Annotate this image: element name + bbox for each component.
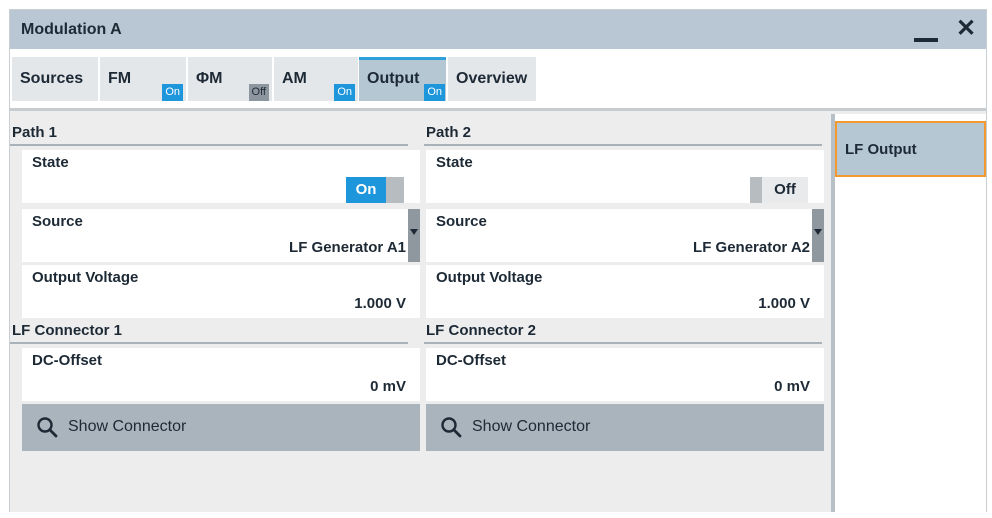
field-value: 1.000 V: [758, 295, 810, 312]
chevron-down-icon[interactable]: [408, 209, 420, 262]
path1-voltage-field[interactable]: Output Voltage 1.000 V: [22, 265, 420, 318]
path1-header: Path 1: [10, 124, 408, 146]
close-button[interactable]: ✕: [952, 15, 980, 43]
show-connector-1-button[interactable]: Show Connector: [22, 404, 420, 451]
field-label: State: [32, 154, 69, 171]
tab-label: Sources: [20, 70, 84, 87]
toggle-state: Off: [762, 177, 808, 203]
tab-fm[interactable]: FM On: [100, 57, 186, 101]
field-value: 0 mV: [370, 378, 406, 395]
tab-bar: Sources FM On ΦM Off AM On Output On Ove…: [10, 49, 986, 111]
title-bar: Modulation A ✕: [10, 10, 986, 49]
modulation-window: Modulation A ✕ Sources FM On ΦM Off AM O…: [9, 9, 987, 512]
field-label: DC-Offset: [32, 352, 102, 369]
path1-dc-offset-field[interactable]: DC-Offset 0 mV: [22, 348, 420, 401]
toggle-thumb: [750, 177, 762, 203]
minimize-icon: [914, 38, 938, 42]
status-badge: On: [334, 84, 355, 101]
path2-source-field[interactable]: Source LF Generator A2: [426, 209, 824, 262]
tab-label: AM: [282, 70, 307, 87]
path1-state-field[interactable]: State On: [22, 150, 420, 203]
search-icon: [441, 417, 462, 438]
toggle-state: On: [346, 177, 386, 203]
field-label: Source: [436, 213, 487, 230]
path1-source-field[interactable]: Source LF Generator A1: [22, 209, 420, 262]
show-connector-2-button[interactable]: Show Connector: [426, 404, 824, 451]
path1-state-toggle[interactable]: On: [346, 177, 406, 203]
status-badge: On: [424, 84, 445, 101]
button-label: Show Connector: [472, 418, 591, 435]
lf-connector2-header: LF Connector 2: [424, 322, 822, 344]
field-label: Output Voltage: [32, 269, 139, 286]
status-badge: On: [162, 84, 183, 101]
tab-label: ΦM: [196, 70, 223, 87]
lf-connector1-header: LF Connector 1: [10, 322, 408, 344]
close-icon: ✕: [955, 15, 977, 42]
toggle-thumb: [386, 177, 404, 203]
field-label: Source: [32, 213, 83, 230]
tab-label: Output: [367, 70, 420, 87]
field-label: State: [436, 154, 473, 171]
field-value: LF Generator A1: [289, 239, 406, 256]
tab-label: FM: [108, 70, 132, 87]
field-value: 0 mV: [774, 378, 810, 395]
window-title: Modulation A: [21, 21, 122, 38]
field-label: Output Voltage: [436, 269, 543, 286]
tab-sources[interactable]: Sources: [12, 57, 98, 101]
side-item-label: LF Output: [845, 141, 917, 158]
tab-output[interactable]: Output On: [359, 57, 446, 101]
output-panel: Path 1 State On Source LF Generator A1 O…: [10, 114, 832, 512]
side-menu: LF Output: [835, 114, 986, 512]
path2-state-field[interactable]: State Off: [426, 150, 824, 203]
tab-phim[interactable]: ΦM Off: [188, 57, 272, 101]
path2-voltage-field[interactable]: Output Voltage 1.000 V: [426, 265, 824, 318]
field-label: DC-Offset: [436, 352, 506, 369]
field-value: 1.000 V: [354, 295, 406, 312]
path2-dc-offset-field[interactable]: DC-Offset 0 mV: [426, 348, 824, 401]
search-icon: [37, 417, 58, 438]
path2-header: Path 2: [424, 124, 822, 146]
minimize-button[interactable]: [910, 18, 942, 42]
tab-overview[interactable]: Overview: [448, 57, 536, 101]
status-badge: Off: [248, 84, 269, 101]
path2-state-toggle[interactable]: Off: [750, 177, 810, 203]
tab-label: Overview: [456, 70, 528, 87]
button-label: Show Connector: [68, 418, 187, 435]
tab-am[interactable]: AM On: [274, 57, 358, 101]
field-value: LF Generator A2: [693, 239, 810, 256]
side-item-lf-output[interactable]: LF Output: [835, 121, 986, 177]
chevron-down-icon[interactable]: [812, 209, 824, 262]
